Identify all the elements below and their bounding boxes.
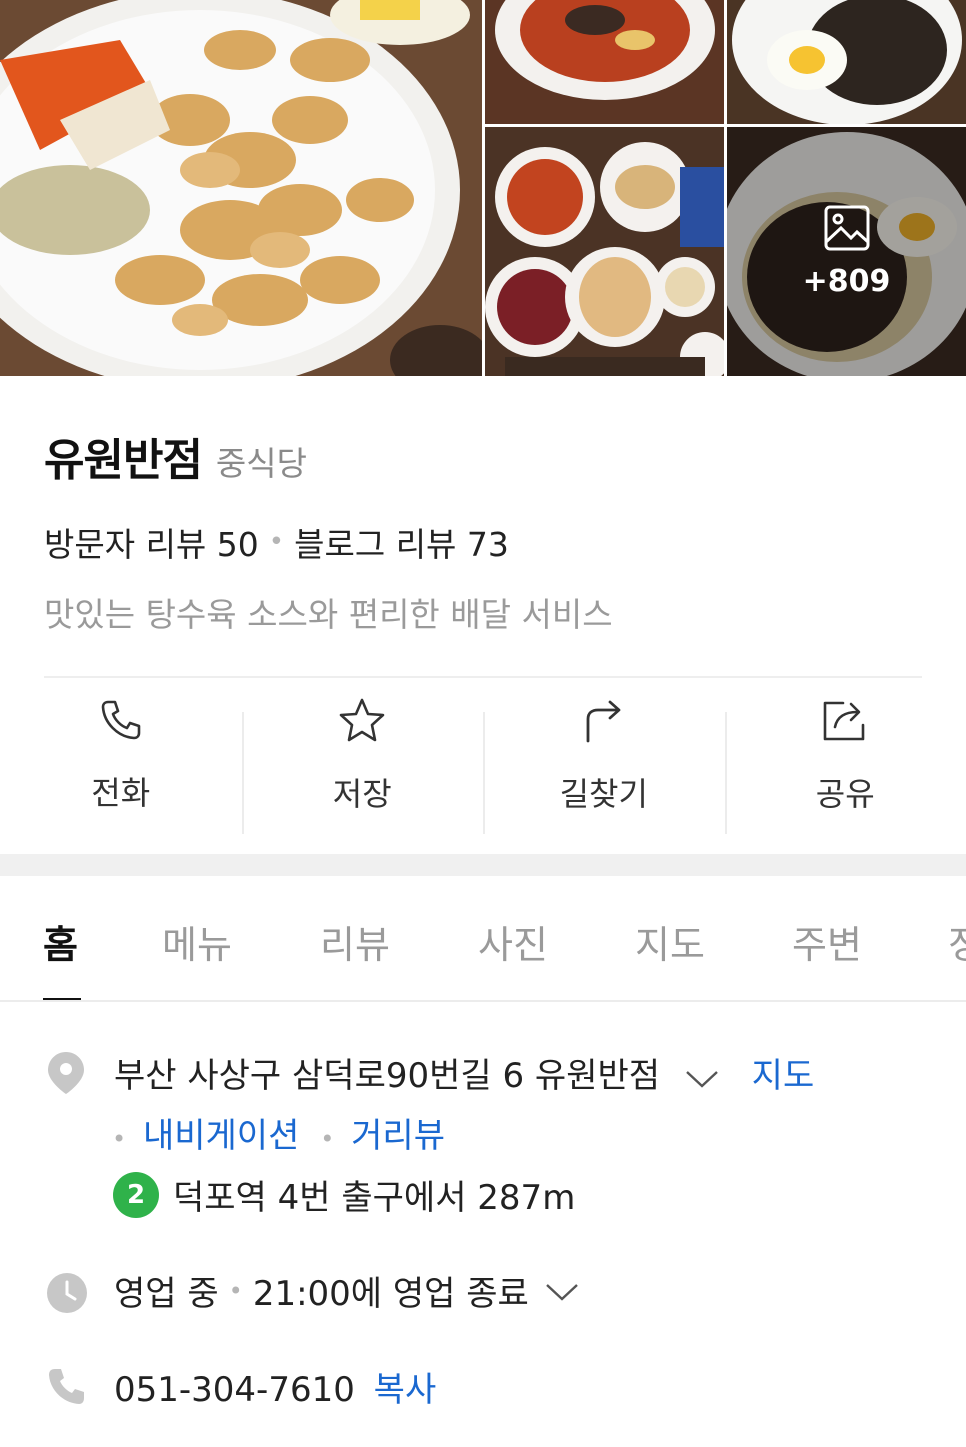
streetview-link[interactable]: 거리뷰	[351, 1116, 445, 1156]
tab-menu[interactable]: 메뉴	[162, 914, 232, 969]
directions-label: 길찾기	[559, 775, 648, 813]
separator-dot: •	[320, 1125, 335, 1153]
save-label: 저장	[332, 775, 392, 813]
hours-closing: 21:00에 영업 종료	[252, 1274, 529, 1314]
tab-home[interactable]: 홈	[43, 914, 78, 969]
place-name: 유원반점	[44, 435, 203, 486]
tab-map[interactable]: 지도	[635, 914, 705, 969]
photo-table-spread[interactable]	[485, 127, 724, 376]
share-icon	[821, 697, 869, 747]
share-button[interactable]: 공유	[724, 678, 966, 834]
separator-dot: •	[112, 1125, 127, 1153]
action-bar: 전화 저장 길찾기 공유	[0, 678, 966, 834]
subway-line-badge: 2	[113, 1171, 159, 1218]
map-link[interactable]: 지도	[752, 1056, 815, 1096]
chevron-down-icon[interactable]	[545, 1271, 579, 1311]
directions-icon	[582, 697, 626, 747]
review-counts: 방문자 리뷰 50 • 블로그 리뷰 73	[44, 518, 922, 566]
tab-photos[interactable]: 사진	[478, 914, 548, 969]
save-button[interactable]: 저장	[241, 678, 484, 834]
share-label: 공유	[815, 775, 875, 813]
chevron-down-icon[interactable]	[685, 1058, 719, 1098]
directions-button[interactable]: 길찾기	[483, 678, 725, 834]
more-photos-overlay[interactable]: +809	[727, 127, 966, 376]
tab-nearby[interactable]: 주변	[792, 914, 862, 969]
star-icon	[338, 697, 386, 747]
copy-phone-link[interactable]: 복사	[374, 1370, 437, 1410]
more-photos-count: +809	[802, 264, 891, 299]
call-label: 전화	[91, 774, 151, 812]
place-category[interactable]: 중식당	[216, 437, 307, 485]
hours-status: 영업 중	[114, 1274, 219, 1314]
location-pin-icon	[48, 1052, 84, 1098]
address-extra-links: • 내비게이션 • 거리뷰	[112, 1108, 445, 1157]
clock-icon	[46, 1272, 88, 1318]
tab-more-partial[interactable]: 정	[948, 914, 966, 969]
call-button[interactable]: 전화	[0, 678, 242, 834]
subway-distance: 덕포역 4번 출구에서 287m	[173, 1178, 576, 1218]
gallery-image-icon	[823, 204, 871, 256]
visitor-review-link[interactable]: 방문자 리뷰 50	[44, 518, 259, 566]
tab-bar: 홈 메뉴 리뷰 사진 지도 주변 정	[0, 876, 966, 1002]
section-separator	[0, 854, 966, 876]
photo-jjajangmyeon-egg[interactable]	[727, 0, 966, 124]
active-tab-indicator	[43, 998, 81, 1000]
place-tagline: 맛있는 탕수육 소스와 편리한 배달 서비스	[44, 595, 613, 634]
phone-row: 051-304-7610 복사	[114, 1362, 436, 1411]
navigation-link[interactable]: 내비게이션	[143, 1116, 299, 1156]
photo-gallery: +809	[0, 0, 966, 376]
photo-main-tangsuyuk[interactable]	[0, 0, 482, 376]
phone-icon	[99, 698, 143, 746]
address-text[interactable]: 부산 사상구 삼덕로90번길 6 유원반점	[114, 1056, 660, 1096]
separator-dot: •	[228, 1276, 243, 1305]
photo-jjamppong[interactable]	[485, 0, 724, 124]
place-summary: 유원반점 중식당 방문자 리뷰 50 • 블로그 리뷰 73 맛있는 탕수육 소…	[0, 424, 966, 636]
phone-number[interactable]: 051-304-7610	[114, 1370, 355, 1410]
blog-review-link[interactable]: 블로그 리뷰 73	[294, 518, 509, 566]
address-row: 부산 사상구 삼덕로90번길 6 유원반점 지도	[114, 1048, 814, 1098]
subway-info: 2 덕포역 4번 출구에서 287m	[113, 1170, 575, 1219]
phone-icon	[48, 1368, 86, 1410]
tab-reviews[interactable]: 리뷰	[320, 914, 390, 969]
separator-dot: •	[268, 527, 285, 557]
business-hours-row[interactable]: 영업 중 • 21:00에 영업 종료	[114, 1266, 579, 1315]
